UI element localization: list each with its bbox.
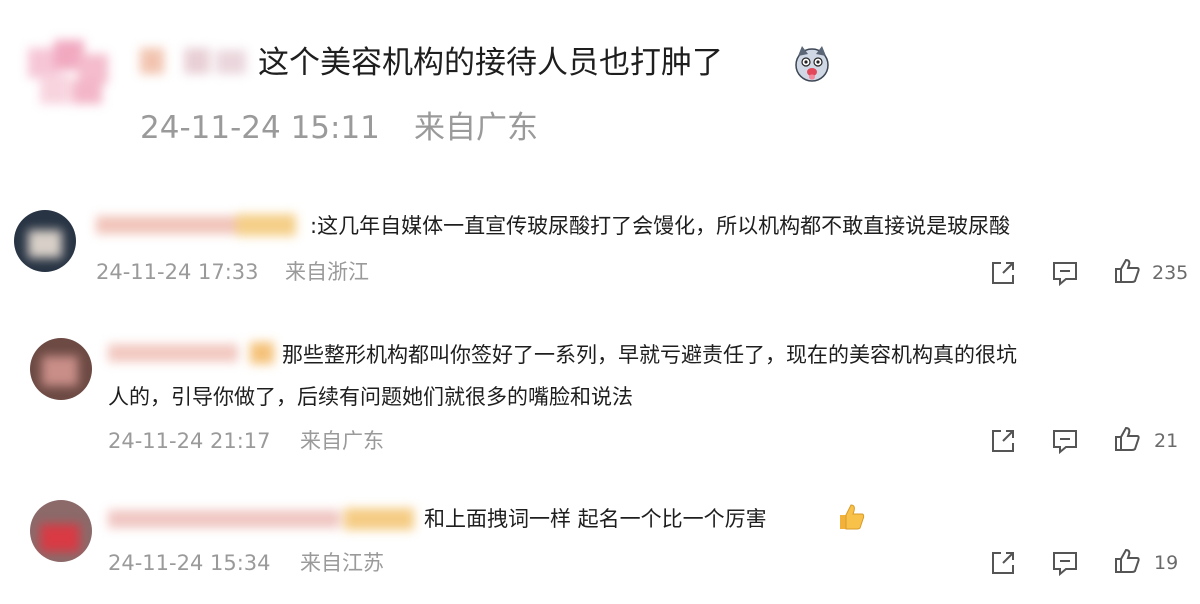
comment-icon[interactable]: [1050, 426, 1080, 456]
comment-timestamp: 24-11-24 17:33: [96, 260, 259, 284]
comment-content-line2: 人的，引导你做了，后续有问题她们就很多的嘴脸和说法: [108, 385, 633, 409]
post-username[interactable]: [140, 44, 256, 78]
comment-username[interactable]: [96, 212, 306, 238]
post-timestamp: 24-11-24 15:11: [140, 110, 380, 146]
comment-content: :这几年自媒体一直宣传玻尿酸打了会馒化，所以机构都不敢直接说是玻尿酸: [310, 214, 1011, 238]
thumbs-up-emoji: [836, 502, 866, 532]
like-count: 235: [1152, 262, 1189, 284]
comment-timestamp: 24-11-24 15:34: [108, 551, 271, 575]
dog-face-emoji: [792, 44, 832, 84]
like-icon[interactable]: [1112, 546, 1142, 576]
comment-icon[interactable]: [1050, 258, 1080, 288]
like-count: 21: [1154, 430, 1179, 452]
comment-content: 和上面拽词一样 起名一个比一个厉害: [424, 507, 767, 531]
post-avatar[interactable]: [28, 40, 112, 108]
share-icon[interactable]: [988, 548, 1018, 578]
comment-location: 来自江苏: [300, 551, 384, 575]
comment-icon[interactable]: [1050, 548, 1080, 578]
comment-avatar[interactable]: [30, 500, 92, 562]
like-icon[interactable]: [1112, 424, 1142, 454]
comment-timestamp: 24-11-24 21:17: [108, 429, 271, 453]
comment-username[interactable]: [108, 506, 420, 532]
comment-content-line1: 那些整形机构都叫你签好了一系列，早就亏避责任了，现在的美容机构真的很坑: [282, 343, 1017, 367]
like-count: 19: [1154, 552, 1179, 574]
comment-location: 来自广东: [300, 429, 384, 453]
comment-location: 来自浙江: [285, 260, 369, 284]
comment-avatar[interactable]: [14, 210, 76, 272]
comment-avatar[interactable]: [30, 338, 92, 400]
share-icon[interactable]: [988, 258, 1018, 288]
post-location: 来自广东: [414, 110, 538, 146]
share-icon[interactable]: [988, 426, 1018, 456]
like-icon[interactable]: [1112, 256, 1142, 286]
comment-username[interactable]: [108, 340, 278, 366]
post-content: 这个美容机构的接待人员也打肿了: [258, 45, 723, 81]
